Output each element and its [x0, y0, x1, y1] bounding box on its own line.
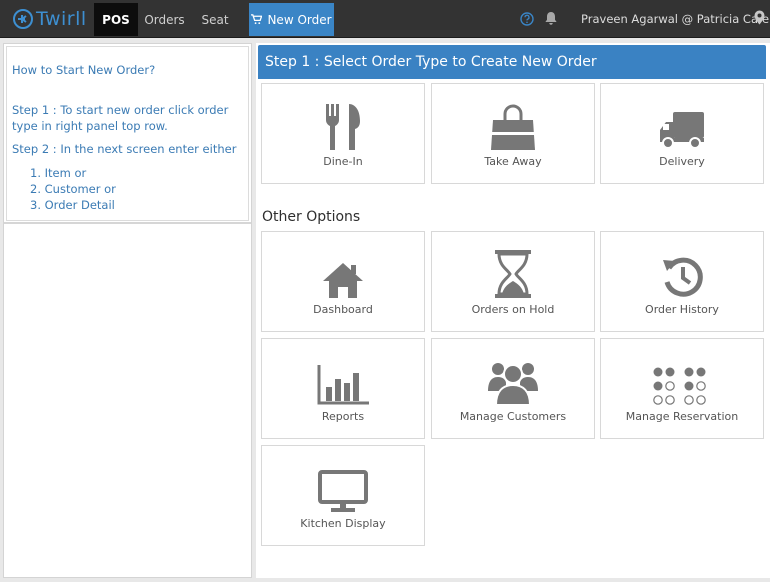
manage-customers-tile[interactable]: Manage Customers — [431, 338, 595, 439]
kitchen-display-tile[interactable]: Kitchen Display — [261, 445, 425, 546]
truck-icon — [601, 98, 763, 150]
new-order-button[interactable]: New Order — [249, 3, 334, 36]
tile-label: Delivery — [659, 155, 705, 168]
monitor-icon — [262, 460, 424, 512]
nav-pos[interactable]: POS — [94, 3, 138, 36]
orders-on-hold-tile[interactable]: Orders on Hold — [431, 231, 595, 332]
help-item: 1. Item or — [30, 166, 87, 180]
step-title: Step 1 : Select Order Type to Create New… — [258, 45, 766, 79]
tile-label: Orders on Hold — [471, 303, 555, 316]
reports-tile[interactable]: Reports — [261, 338, 425, 439]
nav-orders[interactable]: Orders — [141, 3, 188, 36]
hourglass-icon — [432, 246, 594, 298]
tile-label: Dashboard — [313, 303, 373, 316]
delivery-tile[interactable]: Delivery — [600, 83, 764, 184]
brand-name: Twirll — [36, 8, 87, 30]
left-panel: How to Start New Order? Step 1 : To star… — [3, 43, 252, 578]
seat-grid-icon — [601, 353, 763, 405]
bell-icon[interactable] — [544, 11, 558, 30]
manage-reservation-tile[interactable]: Manage Reservation — [600, 338, 764, 439]
tile-label: Kitchen Display — [300, 517, 386, 530]
tile-label: Order History — [645, 303, 719, 316]
help-box: How to Start New Order? Step 1 : To star… — [6, 46, 249, 221]
nav-seat[interactable]: Seat — [195, 3, 235, 36]
left-divider — [4, 222, 251, 224]
tile-label: Take Away — [484, 155, 542, 168]
bottom-strip — [0, 578, 770, 582]
dine-in-tile[interactable]: Dine-In — [261, 83, 425, 184]
users-icon — [432, 353, 594, 405]
twirll-logo-icon — [13, 9, 33, 29]
help-title: How to Start New Order? — [12, 63, 156, 77]
other-options-title: Other Options — [262, 209, 361, 225]
take-away-tile[interactable]: Take Away — [431, 83, 595, 184]
map-marker-icon[interactable] — [754, 10, 765, 29]
tile-label: Manage Customers — [459, 410, 567, 423]
bar-chart-icon — [262, 353, 424, 405]
tile-label: Dine-In — [323, 155, 363, 168]
dashboard-tile[interactable]: Dashboard — [261, 231, 425, 332]
brand-logo[interactable]: Twirll — [12, 8, 87, 30]
help-item: 2. Customer or — [30, 182, 116, 196]
tile-label: Reports — [321, 410, 365, 423]
home-icon — [262, 246, 424, 298]
main-panel: Step 1 : Select Order Type to Create New… — [256, 43, 770, 578]
tile-label: Manage Reservation — [625, 410, 739, 423]
help-item: 3. Order Detail — [30, 198, 115, 212]
help-icon[interactable] — [520, 11, 534, 30]
help-step1-line2: type in right panel top row. — [12, 119, 168, 133]
top-navbar: Twirll POS Orders Seat New Order Praveen… — [0, 0, 770, 38]
fork-knife-icon — [262, 98, 424, 150]
user-info[interactable]: Praveen Agarwal @ Patricia Cafe — [581, 12, 769, 26]
help-step2: Step 2 : In the next screen enter either — [12, 142, 237, 156]
history-icon — [601, 246, 763, 298]
shopping-bag-icon — [432, 98, 594, 150]
cart-icon — [251, 14, 263, 25]
new-order-label: New Order — [267, 12, 332, 27]
help-step1-line1: Step 1 : To start new order click order — [12, 103, 229, 117]
order-history-tile[interactable]: Order History — [600, 231, 764, 332]
